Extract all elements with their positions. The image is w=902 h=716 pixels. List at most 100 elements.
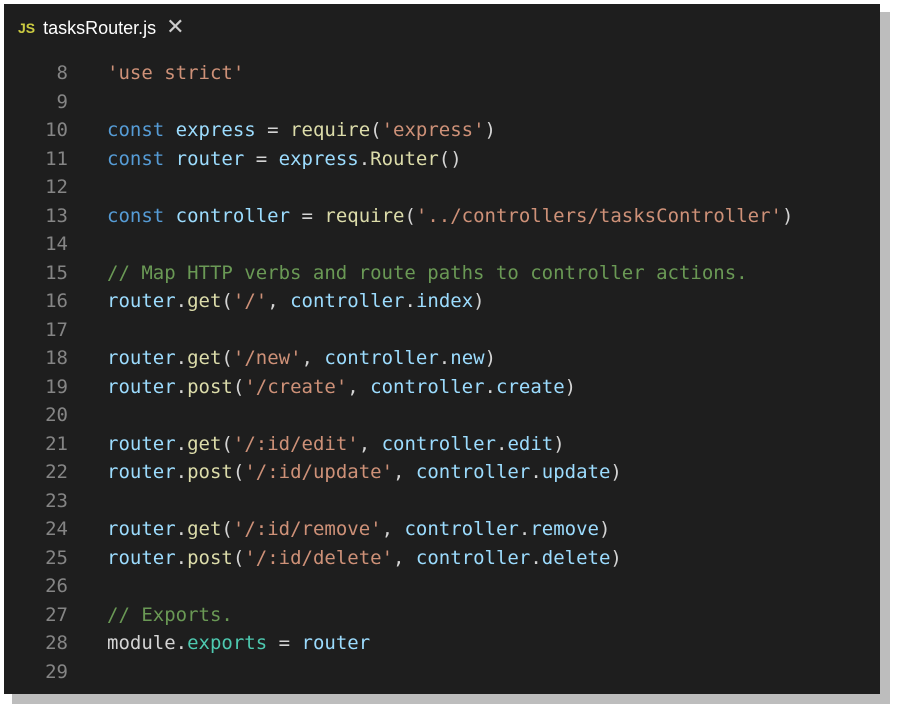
code-line: 23 [4,487,793,516]
line-number: 17 [45,318,68,341]
code-token: . [175,375,188,398]
line-text: module.exports = router [107,629,370,658]
line-number: 14 [45,233,68,255]
code-line: 27 // Exports. [4,601,793,630]
code-token: 'use strict' [107,62,245,84]
code-token: = [255,119,291,141]
code-token: ( [232,461,245,483]
code-token: router [107,347,176,369]
code-token: index [415,290,474,312]
code-token: express [175,119,256,141]
code-line: 11 const router = express.Router() [4,145,793,174]
code-token: . [438,347,451,369]
line-text: 'use strict' [107,59,244,88]
code-token: ) [781,204,794,227]
code-line: 14 [4,230,793,259]
code-token: . [175,461,188,483]
code-line: 24 router.get('/:id/remove', controller.r… [4,515,793,544]
code-token: , [358,432,382,455]
code-editor[interactable]: 8'use strict' 9 10 const express = require(… [4,59,793,686]
code-token: const [107,147,165,170]
code-token: . [175,632,188,654]
code-line: 29 [4,658,793,687]
code-token: ( [221,290,233,312]
line-text: // Exports. [107,601,233,630]
code-token: get [187,518,222,540]
code-token: post [187,461,233,483]
editor-tab[interactable]: JS tasksRouter.js ✕ [4,4,185,52]
code-token: ) [484,119,496,141]
line-number: 25 [45,546,68,569]
code-token: ) [564,375,577,398]
line-number: 29 [45,660,68,683]
code-token: '../controllers/tasksController' [415,204,782,227]
line-number: 19 [45,375,68,398]
editor-window: JS tasksRouter.js ✕ 8 'use strict' 9 10 cons… [4,4,880,694]
code-line: 13 const controller = require('../control… [4,202,793,231]
code-token: ) [598,518,611,540]
code-token: . [175,347,188,369]
code-token: router [107,546,176,569]
code-token: router [107,432,176,455]
code-token: '/new' [232,347,302,369]
code-token: . [175,518,188,540]
line-text: const router = express.Router() [107,145,462,174]
line-number: 23 [45,489,68,512]
code-line: 18 router.get('/new', controller.new) [4,344,793,373]
code-token: . [358,147,371,170]
line-number: 21 [45,432,68,455]
code-token: '/create' [244,375,348,398]
line-number: 15 [45,261,68,284]
code-line: 10 const express = require('express') [4,116,793,145]
code-token: new [450,347,485,369]
line-text: router.get('/', controller.index) [107,287,485,316]
code-line: 22 router.post('/:id/update', controller.… [4,458,793,487]
code-line: 17 [4,316,793,345]
line-number: 12 [45,176,68,198]
line-text: router.post('/:id/delete', controller.de… [107,544,622,573]
code-line: 26 [4,572,793,601]
code-token: ) [553,432,565,455]
code-token: ) [473,290,485,312]
code-line: 16 router.get('/', controller.index) [4,287,793,316]
code-token: edit [507,432,554,455]
javascript-file-icon: JS [18,20,36,36]
code-token: router [107,518,176,540]
code-token: router [107,375,176,398]
line-text: router.post('/create', controller.create… [107,373,576,402]
code-token: = [290,204,325,227]
code-token: '/:id/edit' [232,432,359,455]
code-token: controller [381,432,496,455]
code-token: ( [221,432,233,455]
code-token: router [107,461,176,483]
code-line: 25 router.post('/:id/delete', controller.… [4,544,793,573]
code-token: ) [610,461,622,483]
code-token: controller [415,546,531,569]
code-token: , [267,290,291,312]
code-line: 20 [4,401,793,430]
close-icon[interactable]: ✕ [166,17,184,39]
code-token: , [393,461,416,483]
line-number: 9 [56,90,68,113]
line-text: router.get('/new', controller.new) [107,344,496,373]
code-token: . [530,546,542,569]
code-token: Router [370,147,439,170]
line-number: 18 [45,347,68,369]
code-token: require [290,119,371,141]
line-number: 22 [45,461,68,483]
code-token: const [107,119,165,141]
code-token: '/:id/delete' [244,546,394,569]
code-token: module [107,632,176,654]
line-number: 16 [45,290,68,312]
code-token: ( [221,518,233,540]
code-token: ) [610,546,622,569]
code-token: . [175,432,188,455]
code-line: 15 // Map HTTP verbs and route paths to c… [4,259,793,288]
code-token: get [187,432,222,455]
code-token: '/' [232,290,268,312]
code-token: , [347,375,371,398]
code-token: remove [530,518,599,540]
code-token: ( [221,347,233,369]
